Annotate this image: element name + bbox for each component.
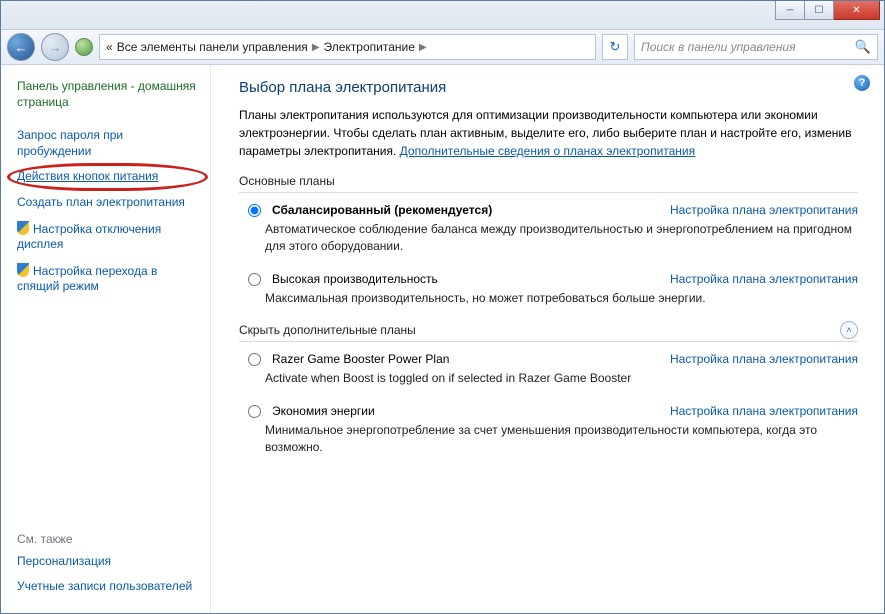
control-panel-icon bbox=[75, 38, 93, 56]
highlight-annotation: Действия кнопок питания bbox=[17, 169, 198, 185]
search-input[interactable]: Поиск в панели управления 🔍 bbox=[634, 34, 878, 60]
sidebar-link-power-buttons[interactable]: Действия кнопок питания bbox=[17, 169, 198, 185]
plan-radio[interactable] bbox=[248, 273, 261, 286]
plan-radio[interactable] bbox=[248, 353, 261, 366]
chevron-right-icon: ▶ bbox=[312, 42, 320, 53]
page-title: Выбор плана электропитания bbox=[239, 79, 858, 96]
learn-more-link[interactable]: Дополнительные сведения о планах электро… bbox=[400, 144, 695, 158]
shield-icon bbox=[17, 263, 29, 277]
help-icon[interactable]: ? bbox=[854, 75, 870, 91]
plan-settings-link[interactable]: Настройка плана электропитания bbox=[670, 404, 858, 418]
plan-settings-link[interactable]: Настройка плана электропитания bbox=[670, 352, 858, 366]
see-also-header: См. также bbox=[17, 532, 198, 546]
search-placeholder: Поиск в панели управления bbox=[641, 40, 796, 54]
breadcrumb-item[interactable]: Все элементы панели управления bbox=[117, 40, 308, 54]
plan-description: Activate when Boost is toggled on if sel… bbox=[265, 370, 858, 387]
power-plan: Razer Game Booster Power Plan Настройка … bbox=[243, 352, 858, 387]
plan-description: Автоматическое соблюдение баланса между … bbox=[265, 221, 858, 256]
sidebar-home-link[interactable]: Панель управления - домашняя страница bbox=[17, 79, 198, 110]
sidebar-link-create-plan[interactable]: Создать план электропитания bbox=[17, 195, 198, 211]
window-buttons: ─ ☐ ✕ bbox=[775, 1, 880, 20]
title-bar: ─ ☐ ✕ bbox=[1, 1, 884, 30]
body: Панель управления - домашняя страница За… bbox=[1, 65, 884, 614]
plan-name[interactable]: Сбалансированный (рекомендуется) bbox=[272, 203, 492, 217]
navigation-bar: ← → « Все элементы панели управления ▶ Э… bbox=[1, 30, 884, 65]
collapse-button[interactable]: ˄ bbox=[840, 321, 858, 339]
section-main-plans: Основные планы bbox=[239, 174, 858, 193]
sidebar-link-password-on-wake[interactable]: Запрос пароля при пробуждении bbox=[17, 128, 198, 159]
breadcrumb-item[interactable]: Электропитание bbox=[324, 40, 415, 54]
plan-description: Минимальное энергопотребление за счет ум… bbox=[265, 422, 858, 457]
search-icon: 🔍 bbox=[855, 39, 871, 55]
sidebar-link-personalization[interactable]: Персонализация bbox=[17, 554, 198, 570]
plan-name[interactable]: Высокая производительность bbox=[272, 272, 438, 286]
minimize-button[interactable]: ─ bbox=[775, 1, 805, 20]
chevron-right-icon: ▶ bbox=[419, 42, 427, 53]
power-plan: Высокая производительность Настройка пла… bbox=[243, 272, 858, 307]
main-content: ? Выбор плана электропитания Планы элект… bbox=[211, 65, 884, 614]
sidebar-link-user-accounts[interactable]: Учетные записи пользователей bbox=[17, 579, 198, 595]
sidebar-link-sleep[interactable]: Настройка перехода в спящий режим bbox=[17, 263, 198, 295]
plan-radio[interactable] bbox=[248, 405, 261, 418]
intro-text: Планы электропитания используются для оп… bbox=[239, 106, 858, 160]
plan-radio[interactable] bbox=[248, 204, 261, 217]
refresh-button[interactable]: ↻ bbox=[602, 34, 628, 60]
shield-icon bbox=[17, 221, 29, 235]
plan-settings-link[interactable]: Настройка плана электропитания bbox=[670, 272, 858, 286]
sidebar-link-display-off[interactable]: Настройка отключения дисплея bbox=[17, 221, 198, 253]
section-extra-plans: Скрыть дополнительные планы ˄ bbox=[239, 323, 858, 342]
plan-name[interactable]: Razer Game Booster Power Plan bbox=[272, 352, 449, 366]
maximize-button[interactable]: ☐ bbox=[805, 1, 834, 20]
breadcrumb[interactable]: « Все элементы панели управления ▶ Элект… bbox=[99, 34, 596, 60]
back-button[interactable]: ← bbox=[7, 33, 35, 61]
forward-button[interactable]: → bbox=[41, 33, 69, 61]
plan-description: Максимальная производительность, но може… bbox=[265, 290, 858, 307]
breadcrumb-prefix: « bbox=[106, 40, 113, 54]
close-button[interactable]: ✕ bbox=[834, 1, 880, 20]
control-panel-window: ─ ☐ ✕ ← → « Все элементы панели управлен… bbox=[0, 0, 885, 614]
plan-settings-link[interactable]: Настройка плана электропитания bbox=[670, 203, 858, 217]
power-plan: Экономия энергии Настройка плана электро… bbox=[243, 404, 858, 457]
plan-name[interactable]: Экономия энергии bbox=[272, 404, 375, 418]
sidebar: Панель управления - домашняя страница За… bbox=[1, 65, 211, 614]
power-plan: Сбалансированный (рекомендуется) Настрой… bbox=[243, 203, 858, 256]
